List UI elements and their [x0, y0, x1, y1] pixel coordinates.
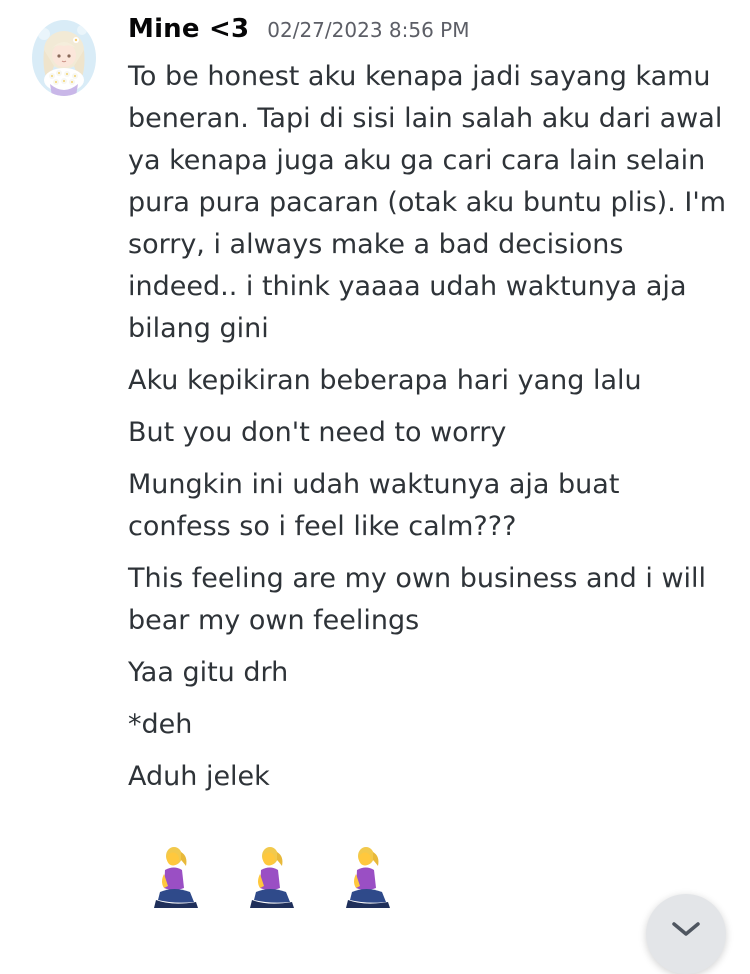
username[interactable]: Mine <3 — [128, 14, 249, 44]
chevron-down-icon — [672, 922, 700, 936]
message-text[interactable]: To be honest aku kenapa jadi sayang kamu… — [128, 56, 728, 350]
message-group: Mine <3 02/27/2023 8:56 PM To be honest … — [128, 14, 728, 808]
message-text[interactable]: This feeling are my own business and i w… — [128, 558, 728, 642]
kneeling-woman-emoji — [154, 847, 198, 908]
kneeling-woman-emoji — [346, 847, 390, 908]
emoji-message[interactable] — [150, 842, 394, 914]
message-text[interactable]: Aku kepikiran beberapa hari yang lalu — [128, 360, 728, 402]
kneeling-woman-emoji — [250, 847, 294, 908]
avatar-image — [32, 20, 96, 96]
message-text[interactable]: Yaa gitu drh — [128, 652, 728, 694]
message-text[interactable]: Aduh jelek — [128, 756, 728, 798]
timestamp: 02/27/2023 8:56 PM — [267, 18, 470, 42]
message-header: Mine <3 02/27/2023 8:56 PM — [128, 14, 728, 56]
scroll-to-bottom-button[interactable] — [646, 894, 726, 974]
avatar[interactable] — [32, 20, 96, 96]
message-text[interactable]: But you don't need to worry — [128, 412, 728, 454]
message-text[interactable]: Mungkin ini udah waktunya aja buat confe… — [128, 464, 728, 548]
message-text[interactable]: *deh — [128, 704, 728, 746]
